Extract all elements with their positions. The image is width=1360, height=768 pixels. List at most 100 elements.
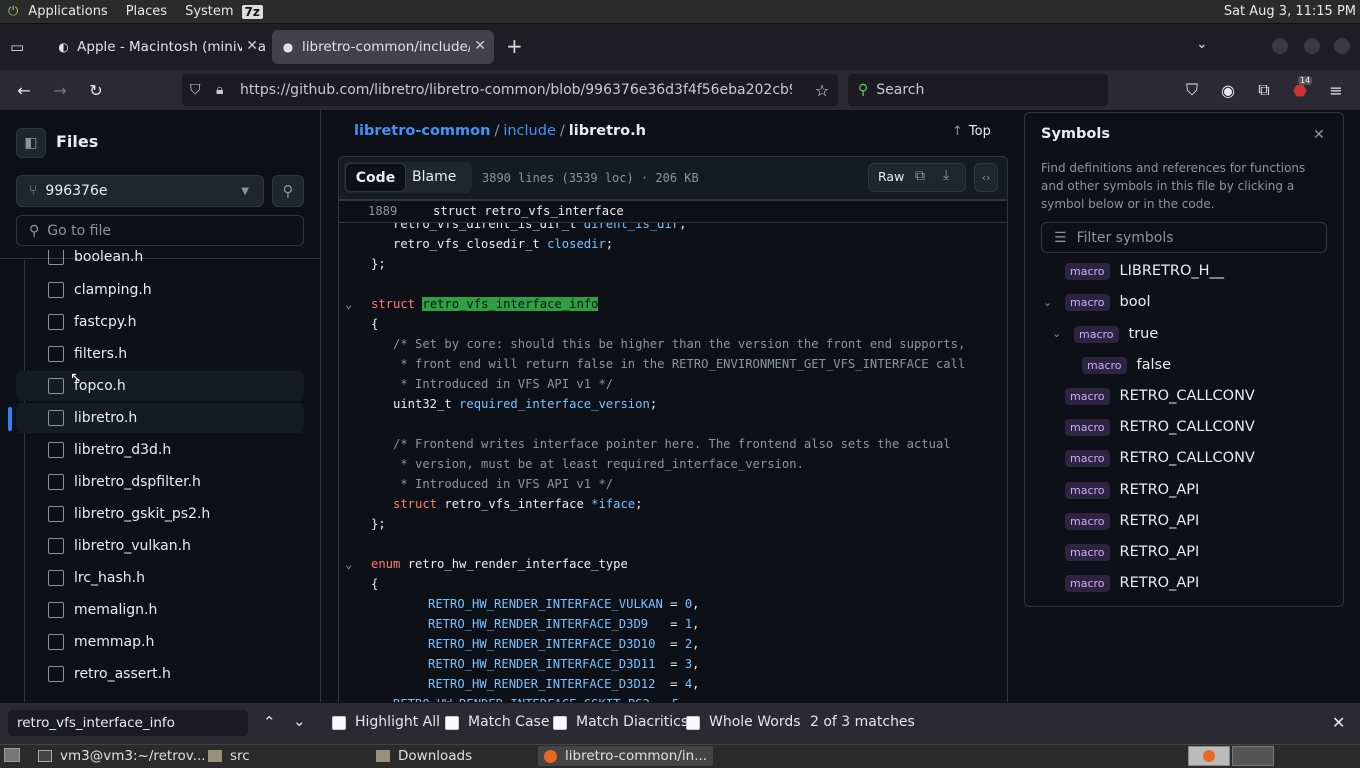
window-minimize-icon[interactable]: [1272, 38, 1288, 54]
close-tab-icon[interactable]: ✕: [470, 38, 486, 54]
system-logo-icon[interactable]: ⏻: [8, 4, 18, 19]
branch-selector[interactable]: ⑂ 996376e ▼: [16, 175, 264, 207]
tracking-shield-icon[interactable]: ⛉: [190, 82, 206, 98]
whole-words-label[interactable]: Whole Words: [709, 714, 801, 730]
workspace-switcher[interactable]: [1188, 746, 1230, 766]
copy-raw-icon[interactable]: ⧉: [915, 168, 925, 184]
raw-button[interactable]: Raw: [878, 169, 904, 184]
match-case-label[interactable]: Match Case: [468, 714, 549, 730]
file-item[interactable]: libretro_d3d.h: [16, 435, 304, 465]
code-tab[interactable]: Code: [345, 163, 406, 192]
tab-list-icon[interactable]: ▭: [10, 38, 24, 56]
highlight-all-label[interactable]: Highlight All: [355, 714, 440, 730]
close-tab-icon[interactable]: ✕: [242, 38, 258, 54]
tab-apple-macintosh[interactable]: ◐ Apple - Macintosh (minivma ✕: [48, 30, 266, 64]
fold-chevron-icon[interactable]: ⌄: [345, 557, 352, 571]
file-icon: [48, 442, 64, 458]
lock-icon[interactable]: 🔒︎: [216, 82, 230, 98]
file-name: lrc_hash.h: [74, 570, 145, 586]
taskbar-item-downloads[interactable]: Downloads: [376, 746, 472, 766]
find-input[interactable]: retro_vfs_interface_info: [8, 710, 248, 736]
download-icon[interactable]: ⤓: [943, 167, 949, 183]
search-files-button[interactable]: ⚲: [272, 175, 304, 207]
breadcrumb-folder-link[interactable]: include: [503, 123, 556, 139]
chevron-down-icon[interactable]: ⌄: [1043, 296, 1052, 309]
file-item[interactable]: retro_assert.h: [16, 659, 304, 689]
collapse-sidebar-icon[interactable]: ◧: [16, 128, 46, 158]
url-text[interactable]: https://github.com/libretro/libretro-com…: [240, 82, 792, 98]
symbol-item[interactable]: macro RETRO_API: [1065, 477, 1199, 503]
taskbar-label: vm3@vm3:~/retrov...: [60, 748, 206, 764]
search-bar[interactable]: ⚲ Search: [848, 74, 1108, 106]
tab-list-dropdown-icon[interactable]: ⌄: [1196, 36, 1208, 52]
taskbar-item-firefox[interactable]: libretro-common/in...: [538, 746, 714, 766]
find-next-icon[interactable]: ⌄: [293, 712, 306, 730]
taskbar-item-src[interactable]: src: [208, 746, 250, 766]
symbol-item[interactable]: macro RETRO_API: [1065, 570, 1199, 596]
match-diacritics-checkbox[interactable]: [553, 716, 567, 730]
file-item[interactable]: libretro_vulkan.h: [16, 531, 304, 561]
window-close-icon[interactable]: [1334, 38, 1350, 54]
menu-system[interactable]: System: [185, 4, 233, 19]
file-item-active[interactable]: libretro.h: [16, 403, 304, 433]
show-desktop-icon[interactable]: [4, 748, 20, 762]
menu-places[interactable]: Places: [126, 4, 167, 19]
bookmark-star-icon[interactable]: ☆: [812, 80, 832, 100]
highlight-all-checkbox[interactable]: [332, 716, 346, 730]
symbol-item[interactable]: macro RETRO_API: [1065, 539, 1199, 565]
file-item[interactable]: memmap.h: [16, 627, 304, 657]
workspace-switcher-second[interactable]: [1232, 746, 1274, 766]
ublock-count-badge: 14: [1298, 76, 1313, 85]
taskbar-label: libretro-common/in...: [565, 748, 708, 764]
blame-tab[interactable]: Blame: [412, 169, 456, 185]
file-item[interactable]: memalign.h: [16, 595, 304, 625]
find-previous-icon[interactable]: ⌃: [263, 713, 276, 731]
extensions-icon[interactable]: ⧉: [1254, 80, 1274, 100]
file-item[interactable]: libretro_dspfilter.h: [16, 467, 304, 497]
code-viewer[interactable]: 1889 struct retro_vfs_interface retro_vf…: [338, 200, 1008, 711]
top-link[interactable]: ↑ Top: [952, 124, 991, 139]
symbol-item[interactable]: macro true: [1074, 321, 1158, 347]
symbol-item[interactable]: macro RETRO_CALLCONV: [1065, 445, 1255, 471]
7zip-launcher-icon[interactable]: 7z: [241, 4, 263, 19]
clock[interactable]: Sat Aug 3, 11:15 PM: [1224, 4, 1356, 19]
file-item-hovered[interactable]: fopco.h: [16, 371, 304, 401]
pocket-icon[interactable]: ⛉: [1182, 80, 1202, 100]
go-to-file-input[interactable]: ⚲ Go to file: [16, 215, 304, 246]
back-icon[interactable]: ←: [14, 80, 34, 100]
window-maximize-icon[interactable]: [1304, 38, 1320, 54]
breadcrumb-repo-link[interactable]: libretro-common: [354, 123, 490, 139]
symbol-item[interactable]: macro LIBRETRO_H__: [1065, 258, 1224, 284]
fold-chevron-icon[interactable]: ⌄: [345, 297, 352, 311]
file-item[interactable]: fastcpy.h: [16, 307, 304, 337]
tab-libretro-common[interactable]: ● libretro-common/include/li ✕: [272, 30, 494, 64]
match-diacritics-label[interactable]: Match Diacritics: [576, 714, 688, 730]
symbol-item[interactable]: macro RETRO_CALLCONV: [1065, 383, 1255, 409]
symbol-item[interactable]: macro RETRO_CALLCONV: [1065, 414, 1255, 440]
file-item[interactable]: clamping.h: [16, 275, 304, 305]
menu-applications[interactable]: Applications: [28, 4, 107, 19]
reload-icon[interactable]: ↻: [86, 80, 106, 100]
file-item-partial[interactable]: boolean.h: [16, 250, 304, 272]
taskbar-item-terminal[interactable]: vm3@vm3:~/retrov...: [38, 746, 206, 766]
match-case-checkbox[interactable]: [445, 716, 459, 730]
symbol-item[interactable]: macro bool: [1065, 289, 1151, 315]
url-bar[interactable]: ⛉ 🔒︎ https://github.com/libretro/libretr…: [182, 74, 838, 106]
hamburger-menu-icon[interactable]: ≡: [1326, 80, 1346, 100]
close-symbols-icon[interactable]: ✕: [1313, 127, 1325, 143]
sticky-line-text[interactable]: struct retro_vfs_interface: [433, 204, 624, 218]
code-line: RETRO_HW_RENDER_INTERFACE_D3D10 = 2,: [428, 637, 700, 651]
file-item[interactable]: libretro_gskit_ps2.h: [16, 499, 304, 529]
file-item[interactable]: filters.h: [16, 339, 304, 369]
whole-words-checkbox[interactable]: [686, 716, 700, 730]
symbols-toggle-button[interactable]: ‹›: [974, 163, 998, 192]
forward-icon[interactable]: →: [50, 80, 70, 100]
filter-symbols-input[interactable]: ☰ Filter symbols: [1041, 222, 1327, 253]
new-tab-icon[interactable]: +: [506, 34, 523, 58]
close-find-bar-icon[interactable]: ✕: [1332, 713, 1345, 732]
symbol-item[interactable]: macro false: [1082, 352, 1171, 378]
symbol-item[interactable]: macro RETRO_API: [1065, 508, 1199, 534]
account-icon[interactable]: ◉: [1218, 80, 1238, 100]
file-item[interactable]: lrc_hash.h: [16, 563, 304, 593]
chevron-down-icon[interactable]: ⌄: [1052, 327, 1061, 340]
